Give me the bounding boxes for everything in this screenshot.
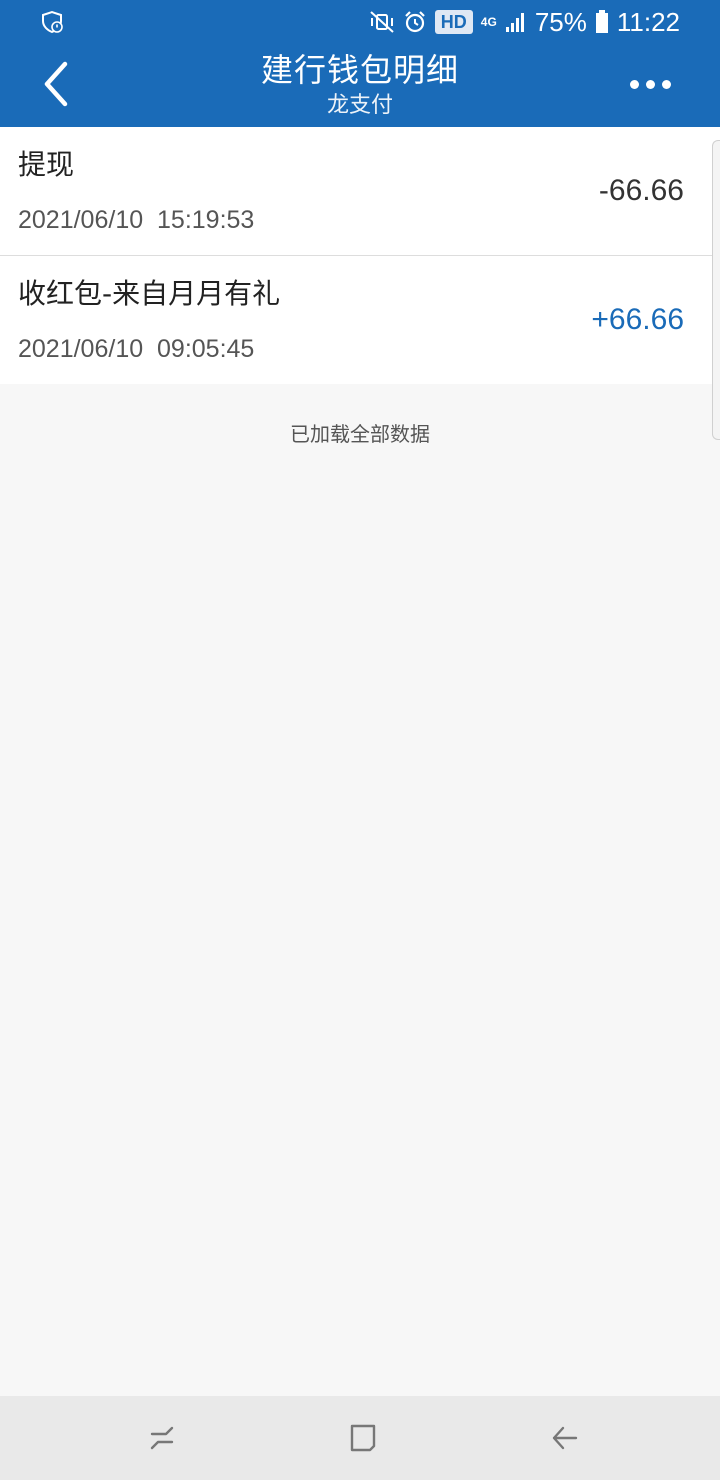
more-dot-icon: [645, 79, 655, 89]
transaction-title: 提现: [18, 148, 75, 181]
transaction-amount: +66.66: [591, 303, 684, 336]
hd-icon: HD: [434, 10, 473, 34]
signal-icon: [505, 11, 527, 33]
battery-percent: 75%: [534, 6, 587, 37]
transaction-time: 2021/06/10 09:05:45: [18, 335, 255, 363]
more-dot-icon: [629, 79, 639, 89]
transaction-row[interactable]: 提现 2021/06/10 15:19:53 -66.66: [0, 127, 720, 256]
clock: 11:22: [616, 6, 680, 37]
back-button[interactable]: [28, 54, 84, 114]
transaction-row[interactable]: 收红包-来自月月有礼 2021/06/10 09:05:45 +66.66: [0, 256, 720, 384]
title-group: 建行钱包明细 龙支付: [160, 48, 560, 120]
transaction-list: 提现 2021/06/10 15:19:53 -66.66 收红包-来自月月有礼…: [0, 127, 720, 384]
status-bar: HD 4G 75% 11:22: [0, 0, 720, 44]
chevron-left-icon: [44, 61, 68, 107]
more-dot-icon: [661, 79, 671, 89]
mute-vibrate-icon: [369, 10, 395, 34]
recent-apps-button[interactable]: [142, 1418, 182, 1458]
back-nav-button[interactable]: [544, 1418, 584, 1458]
scroll-indicator[interactable]: [712, 140, 720, 440]
transaction-title: 收红包-来自月月有礼: [18, 277, 281, 310]
shield-check-icon: [40, 10, 64, 34]
system-nav-bar: [0, 1396, 720, 1480]
page-subtitle: 龙支付: [326, 93, 393, 118]
all-data-loaded-note: 已加载全部数据: [290, 422, 430, 446]
home-icon: [350, 1424, 376, 1452]
back-nav-icon: [552, 1426, 578, 1450]
page-title: 建行钱包明细: [260, 51, 459, 89]
transaction-amount: -66.66: [598, 174, 684, 207]
header: HD 4G 75% 11:22 建行钱包明细 龙支付: [0, 0, 720, 127]
network-type: 4G: [480, 15, 497, 29]
alarm-icon: [403, 10, 427, 34]
more-options-button[interactable]: [620, 66, 680, 102]
recent-apps-icon: [150, 1426, 174, 1450]
battery-icon: [595, 10, 609, 34]
home-button[interactable]: [343, 1418, 383, 1458]
app-bar: 建行钱包明细 龙支付: [0, 44, 720, 127]
transaction-time: 2021/06/10 15:19:53: [18, 206, 255, 234]
